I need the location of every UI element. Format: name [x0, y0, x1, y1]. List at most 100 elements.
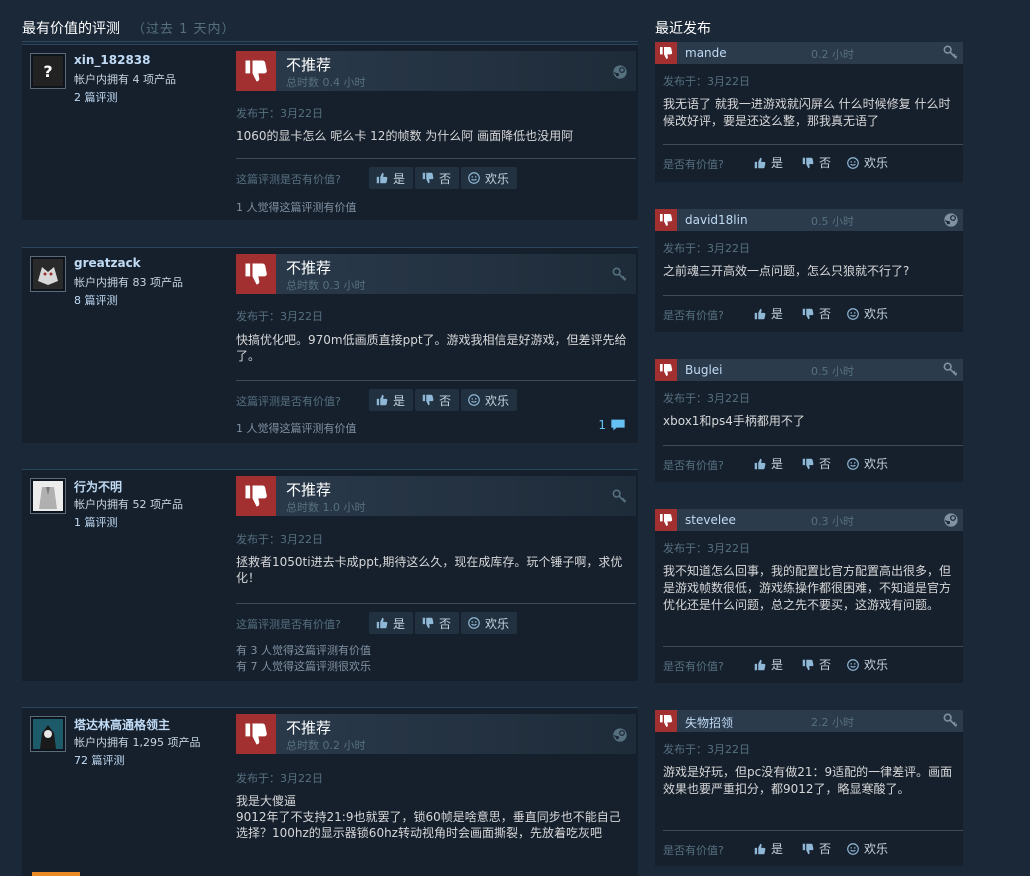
vote-yes-button[interactable]: 是 [369, 612, 414, 634]
recent-author-name[interactable]: david18lin [685, 213, 748, 227]
smile-icon [467, 171, 481, 185]
author-review-count[interactable]: 2 篇评测 [74, 89, 118, 105]
vote-no-button[interactable]: 否 [801, 840, 831, 857]
vote-funny-button[interactable]: 欢乐 [846, 154, 888, 171]
divider [663, 445, 963, 446]
key-icon [612, 489, 628, 505]
vote-funny-button[interactable]: 欢乐 [846, 840, 888, 857]
vote-no-button[interactable]: 否 [415, 612, 460, 634]
vote-header[interactable]: 不推荐 总时数 0.4 小时 [236, 51, 636, 91]
recent-review-header[interactable]: david18lin 0.5 小时 [655, 209, 963, 231]
review-text: 拯救者1050ti进去卡成ppt,期待这么久，现在成库存。玩个锤子啊，求优化！ [236, 555, 623, 585]
smile-icon [846, 457, 860, 471]
vote-funny-button[interactable]: 欢乐 [846, 656, 888, 673]
recent-posted-date: 发布于：3月22日 [663, 242, 750, 255]
vote-yes-label: 是 [771, 156, 784, 170]
vote-funny-button[interactable]: 欢乐 [461, 167, 518, 189]
author-name[interactable]: xin_182838 [74, 53, 151, 67]
vote-funny-label: 欢乐 [864, 658, 889, 672]
comment-icon [610, 418, 626, 432]
author-products[interactable]: 帐户内拥有 52 项产品 [74, 496, 183, 512]
vote-no-button[interactable]: 否 [801, 305, 831, 322]
character-avatar-icon [33, 719, 63, 749]
avatar[interactable] [30, 716, 66, 752]
recent-review-header[interactable]: 失物招领 2.2 小时 [655, 710, 963, 732]
avatar[interactable] [30, 256, 66, 292]
recent-review-header[interactable]: stevelee 0.3 小时 [655, 509, 963, 531]
vote-header[interactable]: 不推荐 总时数 1.0 小时 [236, 476, 636, 516]
vote-yes-label: 是 [771, 307, 784, 321]
review-card: ? xin_182838 帐户内拥有 4 项产品 2 篇评测 不推荐 总时数 0… [22, 44, 638, 220]
author-products[interactable]: 帐户内拥有 1,295 项产品 [74, 734, 200, 750]
vote-yes-button[interactable]: 是 [753, 656, 783, 673]
recent-author-name[interactable]: 失物招领 [685, 714, 733, 731]
playtime-hours: 总时数 1.0 小时 [286, 501, 366, 514]
vote-funny-button[interactable]: 欢乐 [846, 455, 888, 472]
recent-hours: 0.3 小时 [811, 515, 854, 528]
thumbs-down-icon [655, 42, 677, 64]
verdict-title: 不推荐 [286, 719, 332, 737]
vote-yes-button[interactable]: 是 [369, 167, 414, 189]
vote-no-button[interactable]: 否 [801, 656, 831, 673]
author-products[interactable]: 帐户内拥有 83 项产品 [74, 274, 183, 290]
author-review-count[interactable]: 1 篇评测 [74, 514, 118, 530]
key-icon [943, 362, 959, 378]
vote-yes-button[interactable]: 是 [753, 305, 783, 322]
vote-funny-button[interactable]: 欢乐 [846, 305, 888, 322]
vote-no-button[interactable]: 否 [801, 455, 831, 472]
vote-no-button[interactable]: 否 [801, 154, 831, 171]
recent-review-text: xbox1和ps4手柄都用不了 [663, 414, 805, 428]
vote-header[interactable]: 不推荐 总时数 0.3 小时 [236, 254, 636, 294]
recent-helpful-row: 是否有价值? 是 否 欢乐 [663, 656, 963, 674]
avatar[interactable]: ? [30, 53, 66, 89]
vote-funny-button[interactable]: 欢乐 [461, 389, 518, 411]
vote-funny-button[interactable]: 欢乐 [461, 612, 518, 634]
vote-no-label: 否 [819, 307, 832, 321]
thumbs-down-icon [236, 254, 276, 294]
avatar[interactable] [30, 478, 66, 514]
recent-author-name[interactable]: stevelee [685, 513, 736, 527]
posted-date: 发布于：3月22日 [236, 533, 323, 546]
recent-review-text: 我无语了 就我一进游戏就闪屏么 什么时候修复 什么时候改好评，要是还这么整，那我… [663, 97, 951, 128]
vote-funny-label: 欢乐 [485, 616, 510, 631]
posted-date: 发布于：3月22日 [236, 310, 323, 323]
author-review-count[interactable]: 72 篇评测 [74, 752, 125, 768]
author-products[interactable]: 帐户内拥有 4 项产品 [74, 71, 176, 87]
key-icon [943, 713, 959, 729]
recent-author-name[interactable]: mande [685, 46, 727, 60]
thumbs-up-icon [753, 156, 767, 170]
vote-yes-button[interactable]: 是 [753, 154, 783, 171]
found-helpful-text: 1 人觉得这篇评测有价值 [236, 422, 357, 435]
recent-review-header[interactable]: mande 0.2 小时 [655, 42, 963, 64]
verdict-title: 不推荐 [286, 481, 332, 499]
most-helpful-title: 最有价值的评测 [22, 21, 120, 37]
vote-no-button[interactable]: 否 [415, 389, 460, 411]
vote-no-button[interactable]: 否 [415, 167, 460, 189]
author-review-count[interactable]: 8 篇评测 [74, 292, 118, 308]
vote-yes-button[interactable]: 是 [753, 455, 783, 472]
posted-date: 发布于：3月22日 [236, 107, 323, 120]
recent-review-header[interactable]: Buglei 0.5 小时 [655, 359, 963, 381]
author-name[interactable]: 行为不明 [74, 478, 122, 495]
divider [663, 295, 963, 296]
vote-yes-button[interactable]: 是 [753, 840, 783, 857]
divider [663, 144, 963, 145]
author-name[interactable]: 塔达林高通格领主 [74, 716, 170, 733]
vote-yes-label: 是 [393, 616, 406, 631]
playtime-hours: 总时数 0.2 小时 [286, 739, 366, 752]
key-icon [612, 267, 628, 283]
comment-count-link[interactable]: 1 [598, 418, 626, 432]
helpful-row: 这篇评测是否有价值? 是 否 欢乐 [236, 167, 636, 189]
recent-review-card: stevelee 0.3 小时 发布于：3月22日 我不知道怎么回事，我的配置比… [655, 509, 963, 683]
author-name[interactable]: greatzack [74, 256, 141, 270]
vote-yes-button[interactable]: 是 [369, 389, 414, 411]
review-card: 行为不明 帐户内拥有 52 项产品 1 篇评测 不推荐 总时数 1.0 小时 发… [22, 469, 638, 681]
scroll-indicator [32, 872, 80, 876]
vote-header[interactable]: 不推荐 总时数 0.2 小时 [236, 714, 636, 754]
recent-author-name[interactable]: Buglei [685, 363, 723, 377]
divider [663, 646, 963, 647]
most-helpful-subtitle: （过去 1 天内） [132, 22, 236, 37]
found-funny-text: 有 7 人觉得这篇评测很欢乐 [236, 660, 371, 673]
review-text: 1060的显卡怎么 呢么卡 12的帧数 为什么阿 画面降低也没用阿 [236, 129, 574, 143]
steam-icon [943, 512, 959, 528]
